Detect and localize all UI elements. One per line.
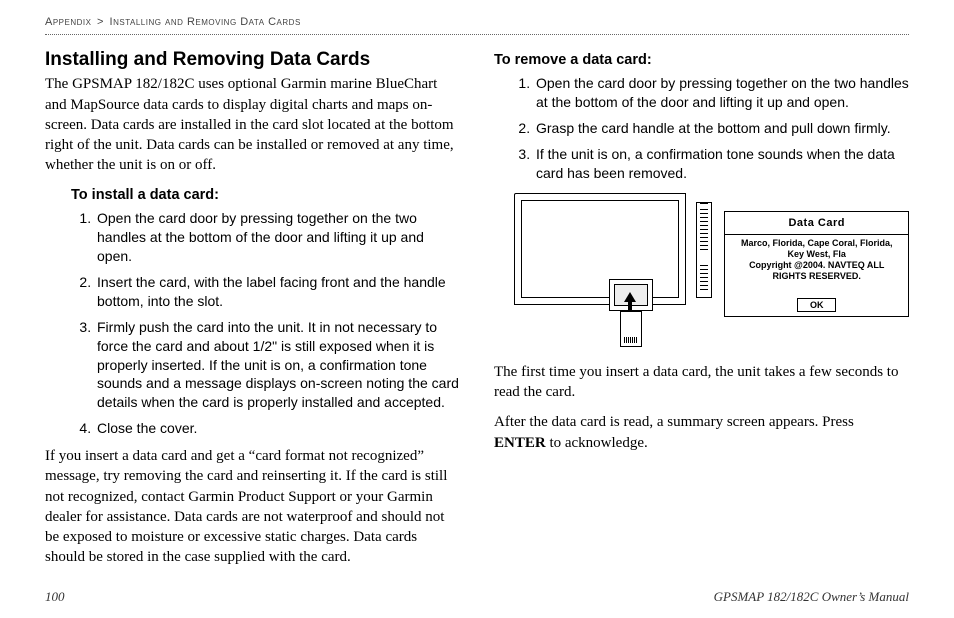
remove-step: Grasp the card handle at the bottom and … bbox=[534, 119, 909, 138]
breadcrumb: Appendix > Installing and Removing Data … bbox=[45, 15, 909, 35]
popup-title: Data Card bbox=[725, 214, 908, 235]
enter-key-label: ENTER bbox=[494, 435, 546, 451]
breadcrumb-separator: > bbox=[95, 16, 106, 28]
manual-page: Appendix > Installing and Removing Data … bbox=[0, 0, 954, 618]
install-step: Open the card door by pressing together … bbox=[95, 209, 460, 266]
remove-heading: To remove a data card: bbox=[494, 51, 909, 71]
remove-step: Open the card door by pressing together … bbox=[534, 74, 909, 112]
popup-line: Copyright @2004. NAVTEQ ALL bbox=[731, 260, 902, 271]
after-insert-paragraph: The first time you insert a data card, t… bbox=[494, 362, 909, 403]
install-step: Insert the card, with the label facing f… bbox=[95, 273, 460, 311]
insert-arrow-icon bbox=[624, 292, 636, 302]
manual-title: GPSMAP 182/182C Owner’s Manual bbox=[714, 588, 909, 606]
intro-paragraph: The GPSMAP 182/182C uses optional Garmin… bbox=[45, 74, 460, 175]
ok-button[interactable]: OK bbox=[797, 298, 837, 312]
troubleshoot-paragraph: If you insert a data card and get a “car… bbox=[45, 446, 460, 568]
page-title: Installing and Removing Data Cards bbox=[45, 47, 460, 73]
after-read-text-a: After the data card is read, a summary s… bbox=[494, 414, 854, 430]
remove-steps: Open the card door by pressing together … bbox=[494, 74, 909, 182]
device-diagram bbox=[514, 193, 706, 348]
left-column: Installing and Removing Data Cards The G… bbox=[45, 43, 460, 578]
page-number: 100 bbox=[45, 588, 65, 606]
page-footer: 100 GPSMAP 182/182C Owner’s Manual bbox=[45, 588, 909, 606]
confirmation-popup: Data Card Marco, Florida, Cape Coral, Fl… bbox=[724, 211, 909, 317]
install-steps: Open the card door by pressing together … bbox=[45, 209, 460, 438]
install-step: Close the cover. bbox=[95, 419, 460, 438]
right-column: To remove a data card: Open the card doo… bbox=[494, 43, 909, 578]
popup-line: Key West, Fla bbox=[731, 249, 902, 260]
illustration-group: Data Card Marco, Florida, Cape Coral, Fl… bbox=[514, 193, 909, 348]
two-column-layout: Installing and Removing Data Cards The G… bbox=[45, 43, 909, 578]
data-card-icon bbox=[620, 311, 642, 347]
install-heading: To install a data card: bbox=[71, 186, 460, 206]
popup-line: RIGHTS RESERVED. bbox=[731, 271, 902, 282]
install-step: Firmly push the card into the unit. It i… bbox=[95, 318, 460, 412]
breadcrumb-section: Installing and Removing Data Cards bbox=[110, 16, 301, 28]
after-read-text-b: to acknowledge. bbox=[546, 435, 648, 451]
breadcrumb-appendix: Appendix bbox=[45, 16, 91, 28]
after-read-paragraph: After the data card is read, a summary s… bbox=[494, 412, 909, 453]
popup-line: Marco, Florida, Cape Coral, Florida, bbox=[731, 238, 902, 249]
remove-step: If the unit is on, a confirmation tone s… bbox=[534, 145, 909, 183]
